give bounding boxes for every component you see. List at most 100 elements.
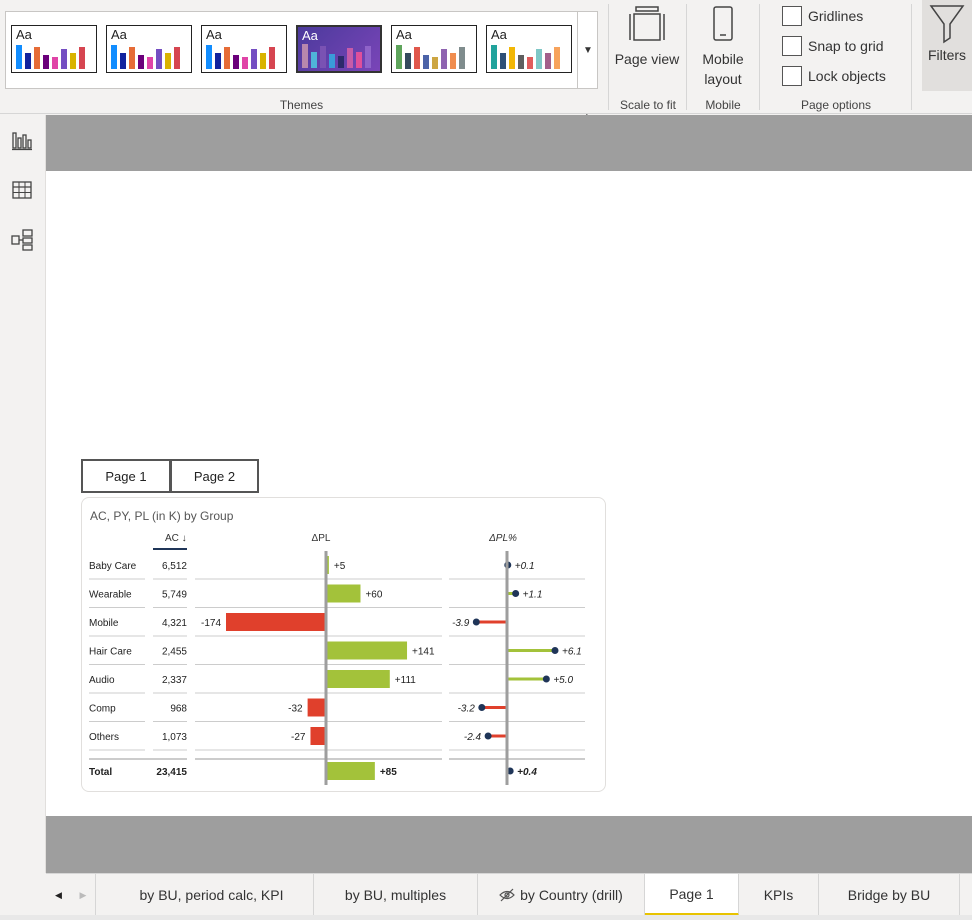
theme-color-bar bbox=[545, 53, 551, 69]
theme-color-bar bbox=[79, 47, 85, 69]
delta-pl-label: +85 bbox=[380, 767, 397, 778]
delta-pl-pct-dot bbox=[542, 675, 550, 683]
tab-label: by BU, period calc, KPI bbox=[139, 887, 284, 903]
ac-value: 23,415 bbox=[156, 767, 187, 778]
ribbon-divider bbox=[759, 4, 760, 110]
theme-color-bar bbox=[320, 46, 326, 68]
checkbox-box[interactable] bbox=[782, 66, 802, 86]
page-2-button[interactable]: Page 2 bbox=[170, 459, 259, 493]
theme-color-bars bbox=[16, 43, 92, 69]
total-label: Total bbox=[89, 767, 112, 778]
lock-objects-label: Lock objects bbox=[808, 68, 886, 84]
theme-color-bars bbox=[396, 43, 472, 69]
delta-pl-label: -32 bbox=[288, 704, 303, 715]
ribbon: Aa Aa Aa Aa Aa Aa ▼ Themes Page view Scale to… bbox=[0, 0, 972, 135]
theme-color-bar bbox=[329, 54, 335, 68]
theme-swatch-5[interactable]: Aa bbox=[391, 25, 477, 73]
delta-pl-bar bbox=[326, 584, 361, 603]
page-view-label: Page view bbox=[614, 51, 680, 67]
theme-color-bar bbox=[174, 47, 180, 69]
checkbox-box[interactable] bbox=[782, 6, 802, 26]
tab-by-country-drill[interactable]: by Country (drill) bbox=[478, 874, 645, 916]
theme-color-bars bbox=[302, 42, 376, 68]
mobile-phone-icon bbox=[713, 6, 733, 41]
delta-pl-pct-label: +1.1 bbox=[523, 590, 543, 601]
theme-color-bar bbox=[338, 56, 344, 68]
page-view-icon bbox=[629, 6, 665, 41]
group-label: Hair Care bbox=[89, 647, 132, 658]
group-label: Wearable bbox=[89, 590, 132, 601]
theme-color-bar bbox=[509, 47, 515, 69]
hidden-page-icon bbox=[499, 888, 515, 902]
delta-pl-column-header: ΔPL bbox=[312, 533, 331, 544]
model-view-icon[interactable] bbox=[10, 228, 34, 252]
checkbox-box[interactable] bbox=[782, 36, 802, 56]
theme-color-bar bbox=[260, 53, 266, 69]
theme-color-bars bbox=[491, 43, 567, 69]
page-view-button[interactable]: Page view bbox=[615, 4, 679, 69]
theme-color-bar bbox=[441, 49, 447, 69]
delta-pl-pct-label: +0.4 bbox=[517, 767, 537, 778]
delta-pl-label: -27 bbox=[291, 732, 306, 743]
tab-bridge-by-bu[interactable]: Bridge by BU bbox=[819, 874, 960, 916]
theme-color-bar bbox=[450, 53, 456, 69]
delta-pl-bar bbox=[326, 641, 408, 660]
theme-swatch-6[interactable]: Aa bbox=[486, 25, 572, 73]
theme-color-bar bbox=[206, 45, 212, 69]
group-label: Comp bbox=[89, 704, 116, 715]
ac-value: 1,073 bbox=[162, 732, 187, 743]
theme-color-bar bbox=[147, 57, 153, 69]
report-page[interactable]: Page 1 Page 2 AC, PY, PL (in K) by Group… bbox=[46, 171, 972, 816]
data-view-icon[interactable] bbox=[10, 178, 34, 202]
theme-swatch-2[interactable]: Aa bbox=[106, 25, 192, 73]
gridlines-checkbox[interactable]: Gridlines bbox=[782, 6, 863, 26]
themes-expand-button[interactable]: ▼ bbox=[577, 11, 598, 89]
delta-pl-pct-label: -2.4 bbox=[464, 732, 482, 743]
delta-pl-pct-dot bbox=[484, 732, 492, 740]
tab-scroll-right-button[interactable]: ▶ bbox=[71, 874, 96, 916]
filters-label: Filters bbox=[927, 47, 967, 63]
tab-page-1[interactable]: Page 1 bbox=[645, 874, 739, 916]
mobile-layout-button[interactable]: Mobile layout bbox=[695, 4, 751, 89]
tab-scroll-left-button[interactable]: ◀ bbox=[46, 874, 71, 916]
tab-label: Bridge by BU bbox=[847, 887, 931, 903]
theme-color-bar bbox=[554, 47, 560, 69]
group-label: Others bbox=[89, 732, 119, 743]
theme-color-bar bbox=[233, 55, 239, 69]
report-view-icon[interactable] bbox=[10, 129, 34, 153]
theme-color-bar bbox=[302, 44, 308, 68]
theme-color-bar bbox=[396, 45, 402, 69]
delta-pl-bar bbox=[326, 762, 375, 780]
themes-group-label: Themes bbox=[279, 98, 324, 112]
theme-color-bar bbox=[527, 57, 533, 69]
tab-by-bu-multiples[interactable]: by BU, multiples bbox=[314, 874, 478, 916]
theme-swatch-4[interactable]: Aa bbox=[296, 25, 382, 73]
theme-color-bar bbox=[111, 45, 117, 69]
gridlines-label: Gridlines bbox=[808, 8, 864, 24]
delta-pl-pct-label: -3.2 bbox=[458, 704, 476, 715]
lock-objects-checkbox[interactable]: Lock objects bbox=[782, 66, 886, 86]
chevron-down-icon: ▼ bbox=[583, 44, 593, 56]
theme-color-bar bbox=[52, 57, 58, 69]
delta-pl-label: -174 bbox=[201, 618, 221, 629]
theme-color-bar bbox=[405, 53, 411, 69]
delta-pl-bar bbox=[307, 698, 326, 717]
delta-pl-pct-column-header: ΔPL% bbox=[488, 533, 517, 544]
theme-color-bar bbox=[16, 45, 22, 69]
filters-pane-button[interactable]: Filters bbox=[922, 0, 972, 91]
tab-kpis[interactable]: KPIs bbox=[739, 874, 819, 916]
theme-font-sample: Aa bbox=[206, 27, 222, 42]
theme-color-bar bbox=[120, 53, 126, 69]
tab-label: KPIs bbox=[763, 887, 794, 903]
page-1-button[interactable]: Page 1 bbox=[81, 459, 171, 493]
theme-swatch-1[interactable]: Aa bbox=[11, 25, 97, 73]
snap-to-grid-checkbox[interactable]: Snap to grid bbox=[782, 36, 884, 56]
theme-color-bar bbox=[129, 47, 135, 69]
delta-pl-pct-dot bbox=[512, 590, 520, 597]
ac-value: 5,749 bbox=[162, 590, 187, 601]
theme-color-bar bbox=[70, 53, 76, 69]
funnel-icon bbox=[929, 5, 965, 44]
tab-by-bu-period-calc-kpi[interactable]: by BU, period calc, KPI bbox=[110, 874, 314, 916]
variance-table-visual[interactable]: AC, PY, PL (in K) by Group AC ↓ ΔPL ΔPL% Ba… bbox=[81, 497, 606, 792]
theme-swatch-3[interactable]: Aa bbox=[201, 25, 287, 73]
